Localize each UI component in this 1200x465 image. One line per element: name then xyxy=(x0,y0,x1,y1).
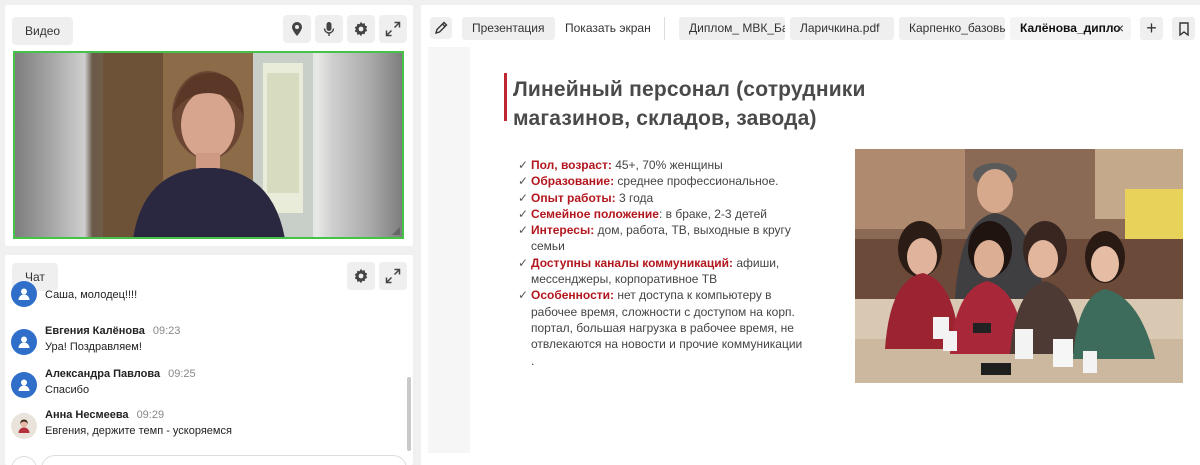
pin-button[interactable] xyxy=(283,15,311,43)
check-icon: ✓ xyxy=(518,288,529,303)
check-icon: ✓ xyxy=(518,206,529,221)
tab-bar: Презентация Показать экран Диплом_ МВК_Б… xyxy=(421,5,1200,45)
close-icon[interactable]: × xyxy=(1116,17,1124,40)
tab-file-active[interactable]: Калёнова_дипло × xyxy=(1010,17,1131,40)
pin-icon xyxy=(292,22,302,36)
expand-icon xyxy=(385,21,401,37)
bullet-trailing-text: . xyxy=(531,353,535,368)
tab-divider xyxy=(664,17,665,40)
user-icon xyxy=(18,379,30,391)
microphone-button[interactable] xyxy=(315,15,343,43)
bullet-item: ✓ Интересы: дом, работа, ТВ, выходные в к… xyxy=(518,223,791,254)
chat-input[interactable] xyxy=(41,455,407,465)
video-panel: Видео xyxy=(5,5,413,246)
chat-message: Анна Несмеева 09:29 Евгения, держите темп… xyxy=(11,409,401,449)
resize-handle-icon[interactable] xyxy=(392,227,400,235)
tab-show-screen[interactable]: Показать экран xyxy=(555,17,661,40)
video-title: Видео xyxy=(12,17,74,45)
chat-message-text: Спасибо xyxy=(45,384,90,396)
chat-message-text: Саша, молодец!!!! xyxy=(45,289,138,301)
chat-message-author: Анна Несмеева 09:29 xyxy=(45,409,165,421)
avatar xyxy=(11,413,37,439)
gear-icon xyxy=(354,21,368,37)
chat-panel: Чат Саша, молодец!!!! Евгения Калёнова 09… xyxy=(5,255,413,465)
slide-viewport: Линейный персонал (сотрудники магазинов,… xyxy=(428,47,1193,453)
check-icon: ✓ xyxy=(518,158,529,172)
tab-file[interactable]: Карпенко_базовы xyxy=(899,17,1005,40)
tab-file[interactable]: Ларичкина.pdf xyxy=(790,17,894,40)
tab-file[interactable]: Диплом_ МВК_Ба xyxy=(679,17,785,40)
bullet-item: ✓ Особенности: нет доступа к компьютеру в… xyxy=(518,288,803,352)
slide: Линейный персонал (сотрудники магазинов,… xyxy=(470,47,1193,453)
video-settings-button[interactable] xyxy=(347,15,375,43)
chat-message-time: 09:23 xyxy=(152,325,181,337)
chat-message-author: Александра Павлова 09:25 xyxy=(45,368,196,380)
participant-video-image xyxy=(103,53,313,237)
chat-message-time: 09:29 xyxy=(136,409,165,421)
microphone-icon xyxy=(323,22,335,36)
chat-message-text: Евгения, держите темп - ускоряемся xyxy=(45,425,232,437)
chat-message-time: 09:25 xyxy=(168,368,196,380)
pen-tool-button[interactable] xyxy=(430,17,452,39)
chat-scrollbar[interactable] xyxy=(407,377,411,451)
avatar xyxy=(11,372,37,398)
avatar xyxy=(11,281,37,307)
chat-message-text: Ура! Поздравляем! xyxy=(45,341,142,353)
user-photo-icon xyxy=(18,419,30,433)
add-tab-button[interactable]: + xyxy=(1140,17,1163,40)
check-icon: ✓ xyxy=(518,174,529,189)
slide-title: Линейный персонал (сотрудники магазинов,… xyxy=(513,78,866,130)
avatar xyxy=(11,329,37,355)
user-icon xyxy=(18,336,30,348)
tab-presentation[interactable]: Презентация xyxy=(462,17,555,40)
chat-message: Евгения Калёнова 09:23 Ура! Поздравляем! xyxy=(11,325,401,365)
bookmark-button[interactable] xyxy=(1172,17,1195,40)
chat-message-list[interactable]: Саша, молодец!!!! Евгения Калёнова 09:23 … xyxy=(5,281,405,465)
chat-message: Александра Павлова 09:25 Спасибо xyxy=(11,368,401,408)
bullet-item: ✓ Пол, возраст: 45+, 70% женщины xyxy=(518,158,723,172)
check-icon: ✓ xyxy=(518,223,529,238)
chat-message: Саша, молодец!!!! xyxy=(11,281,401,321)
staff-photo xyxy=(855,149,1183,383)
check-icon: ✓ xyxy=(518,190,529,205)
user-icon xyxy=(18,288,30,300)
tab-file-label: Калёнова_дипло xyxy=(1020,21,1121,35)
bullet-item: ✓ Доступны каналы коммуникаций: афиши, ме… xyxy=(518,255,780,287)
bullet-item: ✓ Опыт работы: 3 года xyxy=(518,190,654,205)
slide-title-accent xyxy=(504,73,507,121)
bookmark-icon xyxy=(1178,21,1189,36)
bullet-item: ✓ Семейное положение: в браке, 2-3 детей xyxy=(518,206,767,221)
bullet-item: ✓ Образование: среднее профессиональное. xyxy=(518,174,779,189)
pen-icon xyxy=(434,21,448,35)
check-icon: ✓ xyxy=(518,255,529,270)
video-expand-button[interactable] xyxy=(379,15,407,43)
slide-bullet-list: ✓ Пол, возраст: 45+, 70% женщины ✓ Образов… xyxy=(518,157,818,369)
presentation-panel: Презентация Показать экран Диплом_ МВК_Б… xyxy=(421,5,1200,465)
chat-message-author: Евгения Калёнова 09:23 xyxy=(45,325,181,337)
video-feed xyxy=(13,51,404,239)
